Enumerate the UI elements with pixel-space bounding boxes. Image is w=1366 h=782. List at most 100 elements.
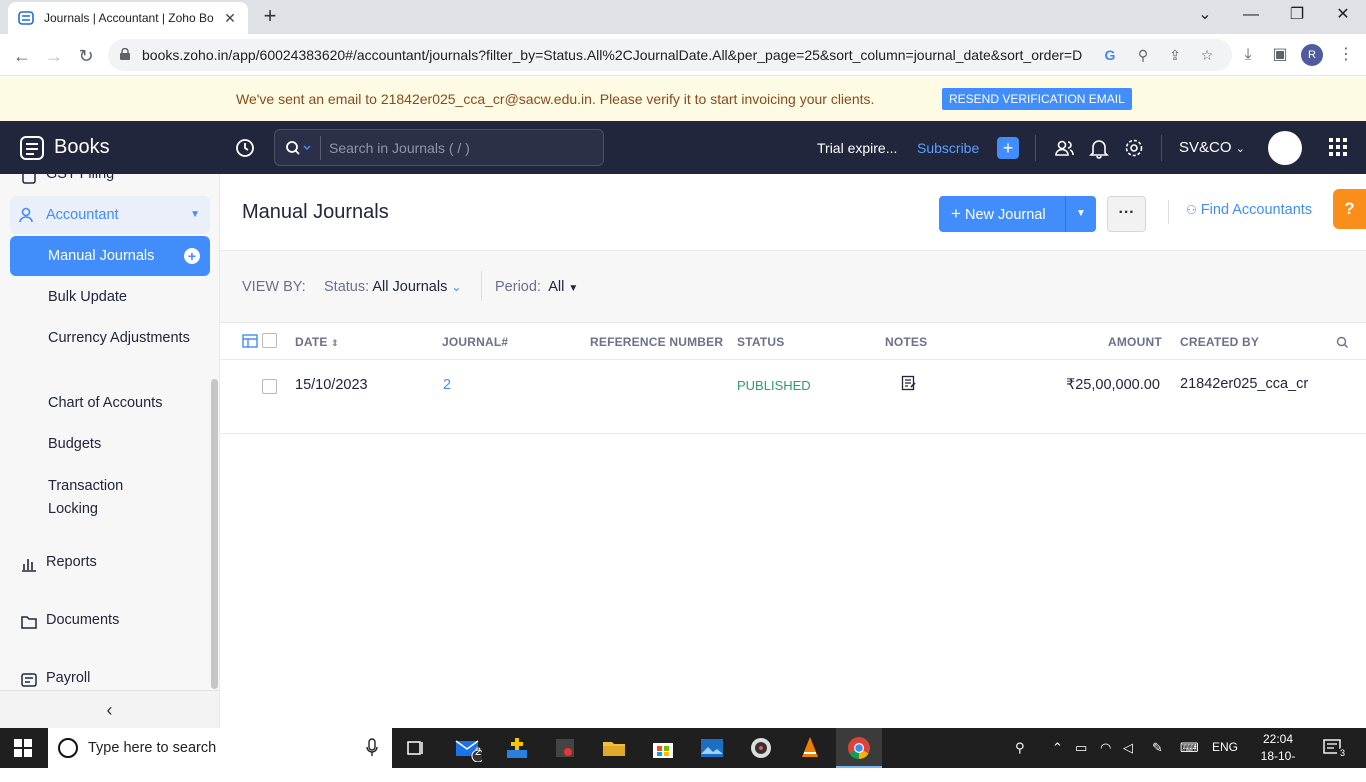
people-icon[interactable]: ⚲ (1015, 740, 1025, 756)
quick-create-button[interactable]: + (997, 137, 1019, 159)
cell-amount: ₹25,00,000.00 (1066, 377, 1160, 393)
tab-search-icon[interactable]: ⌄ (1182, 0, 1228, 30)
sidebar-item-manual-journals[interactable]: Manual Journals + (10, 236, 210, 276)
system-clock[interactable]: 22:04 18-10-2023 (1250, 731, 1306, 782)
tray-chevron-up-icon[interactable]: ⌃ (1052, 740, 1063, 756)
status-filter-label: Status: (324, 279, 370, 295)
resend-verification-button[interactable]: RESEND VERIFICATION EMAIL (942, 88, 1132, 110)
back-button[interactable]: ← (9, 43, 35, 69)
sidebar-item-documents[interactable]: Documents (0, 612, 210, 632)
zoom-icon[interactable]: ⚲ (1133, 45, 1153, 65)
browser-tab[interactable]: Journals | Accountant | Zoho Bo ✕ (8, 2, 248, 34)
bookmark-star-icon[interactable]: ☆ (1197, 45, 1217, 65)
address-bar[interactable]: books.zoho.in/app/60024383620#/accountan… (108, 39, 1232, 71)
column-settings-icon[interactable] (242, 334, 258, 348)
table-row[interactable]: 15/10/2023 2 PUBLISHED ₹25,00,000.00 218… (220, 360, 1366, 434)
taskbar-search-input[interactable]: Type here to search (88, 740, 216, 756)
photos-icon[interactable] (698, 734, 726, 762)
search-input[interactable]: Search in Journals ( / ) (329, 140, 470, 156)
chrome-taskbar-button[interactable] (836, 728, 882, 768)
user-avatar[interactable] (1268, 131, 1302, 165)
organization-switcher[interactable]: SV&CO ⌄ (1179, 139, 1245, 156)
minimize-button[interactable]: — (1228, 0, 1274, 30)
new-journal-button[interactable]: + New Journal (939, 196, 1065, 232)
clock-time: 22:04 (1262, 732, 1294, 746)
recent-activity-icon[interactable] (234, 137, 256, 159)
notification-bell-icon[interactable] (1088, 137, 1110, 159)
column-header-date[interactable]: DATE ⇕ (295, 335, 339, 349)
status-filter-dropdown[interactable]: Status: All Journals ⌄ (324, 279, 461, 295)
column-header-reference[interactable]: REFERENCE NUMBER (590, 335, 723, 349)
volume-muted-icon[interactable]: ◁ (1123, 740, 1133, 756)
restore-button[interactable]: ❐ (1274, 0, 1320, 30)
search-box[interactable]: Search in Journals ( / ) (274, 129, 604, 166)
help-button[interactable]: ? (1333, 189, 1366, 229)
reload-button[interactable]: ↻ (73, 43, 99, 69)
table-search-icon[interactable] (1336, 336, 1349, 349)
sidebar-item-budgets[interactable]: Budgets (48, 433, 198, 456)
find-accountants-link[interactable]: ⚇ Find Accountants (1186, 202, 1312, 218)
settings-gear-icon[interactable] (1123, 137, 1145, 159)
new-journal-dropdown-button[interactable]: ▼ (1065, 196, 1096, 232)
language-indicator[interactable]: ENG (1212, 740, 1238, 754)
sidebar-item-payroll[interactable]: Payroll (0, 670, 210, 690)
row-checkbox[interactable] (262, 379, 277, 394)
column-header-created-by[interactable]: CREATED BY (1180, 335, 1259, 349)
sidebar-item-bulk-update[interactable]: Bulk Update (48, 286, 198, 309)
search-icon[interactable] (285, 140, 311, 156)
close-tab-icon[interactable]: ✕ (222, 10, 238, 27)
column-header-status[interactable]: STATUS (737, 335, 784, 349)
brand-logo[interactable]: Books (0, 121, 220, 174)
store-icon[interactable] (649, 734, 677, 762)
sidebar-item-reports[interactable]: Reports (0, 554, 210, 574)
app-top-nav: Books Search in Journals ( / ) Trial exp… (0, 121, 1366, 174)
taskbar-search[interactable]: Type here to search (48, 728, 392, 768)
sidebar-item-accountant[interactable]: Accountant ▼ (10, 196, 210, 234)
subscribe-link[interactable]: Subscribe (917, 140, 979, 156)
more-options-button[interactable]: ··· (1107, 196, 1146, 232)
download-icon[interactable]: ⤓ (1237, 44, 1259, 66)
microphone-icon[interactable] (366, 738, 378, 758)
task-view-icon[interactable] (402, 734, 430, 762)
select-all-checkbox[interactable] (262, 333, 277, 348)
file-explorer-icon[interactable] (600, 734, 628, 762)
windows-start-icon[interactable] (14, 739, 32, 757)
browser-menu-icon[interactable]: ⋮ (1335, 44, 1357, 66)
period-filter-label: Period: (495, 279, 541, 295)
side-panel-icon[interactable]: ▣ (1269, 44, 1291, 66)
google-icon[interactable]: G (1100, 45, 1120, 65)
verification-banner: We've sent an email to 21842er025_cca_cr… (0, 77, 1366, 121)
cell-status: PUBLISHED (737, 378, 811, 393)
media-app-icon[interactable] (551, 734, 579, 762)
windows-taskbar: Type here to search 2 ⚲ ⌃ ▭ ◠ ◁ ✎ ⌨ ENG … (0, 728, 1366, 780)
battery-icon[interactable]: ▭ (1075, 740, 1087, 756)
column-header-notes[interactable]: NOTES (885, 335, 927, 349)
forward-button[interactable]: → (41, 43, 67, 69)
cell-journal-number[interactable]: 2 (443, 377, 451, 393)
new-tab-button[interactable]: + (258, 4, 282, 28)
share-icon[interactable]: ⇪ (1165, 45, 1185, 65)
sidebar-scrollbar[interactable] (211, 379, 218, 689)
sidebar-item-transaction-locking[interactable]: Transaction Locking (48, 475, 148, 521)
column-header-amount[interactable]: AMOUNT (1108, 335, 1162, 349)
close-window-button[interactable]: ✕ (1320, 0, 1366, 30)
cell-created-by: 21842er025_cca_cr (1180, 376, 1309, 392)
app-icon[interactable] (503, 734, 531, 762)
add-journal-icon[interactable]: + (184, 248, 200, 264)
media-player-icon[interactable] (747, 734, 775, 762)
period-filter-dropdown[interactable]: Period: All ▼ (495, 279, 578, 295)
profile-avatar[interactable]: R (1301, 44, 1323, 66)
users-icon[interactable] (1053, 137, 1075, 159)
pen-icon[interactable]: ✎ (1152, 740, 1163, 756)
sidebar-item-chart-of-accounts[interactable]: Chart of Accounts (48, 392, 198, 415)
wifi-icon[interactable]: ◠ (1100, 740, 1111, 756)
vlc-icon[interactable] (796, 734, 824, 762)
gst-icon (22, 174, 36, 184)
keyboard-icon[interactable]: ⌨ (1180, 740, 1199, 756)
app-grid-icon[interactable] (1328, 137, 1348, 157)
notes-icon[interactable] (901, 375, 917, 391)
collapse-sidebar-button[interactable]: ‹ (0, 690, 219, 728)
column-header-journal[interactable]: JOURNAL# (442, 335, 508, 349)
new-journal-label: New Journal (964, 207, 1046, 223)
sidebar-item-currency-adjustments[interactable]: Currency Adjustments (48, 327, 198, 350)
